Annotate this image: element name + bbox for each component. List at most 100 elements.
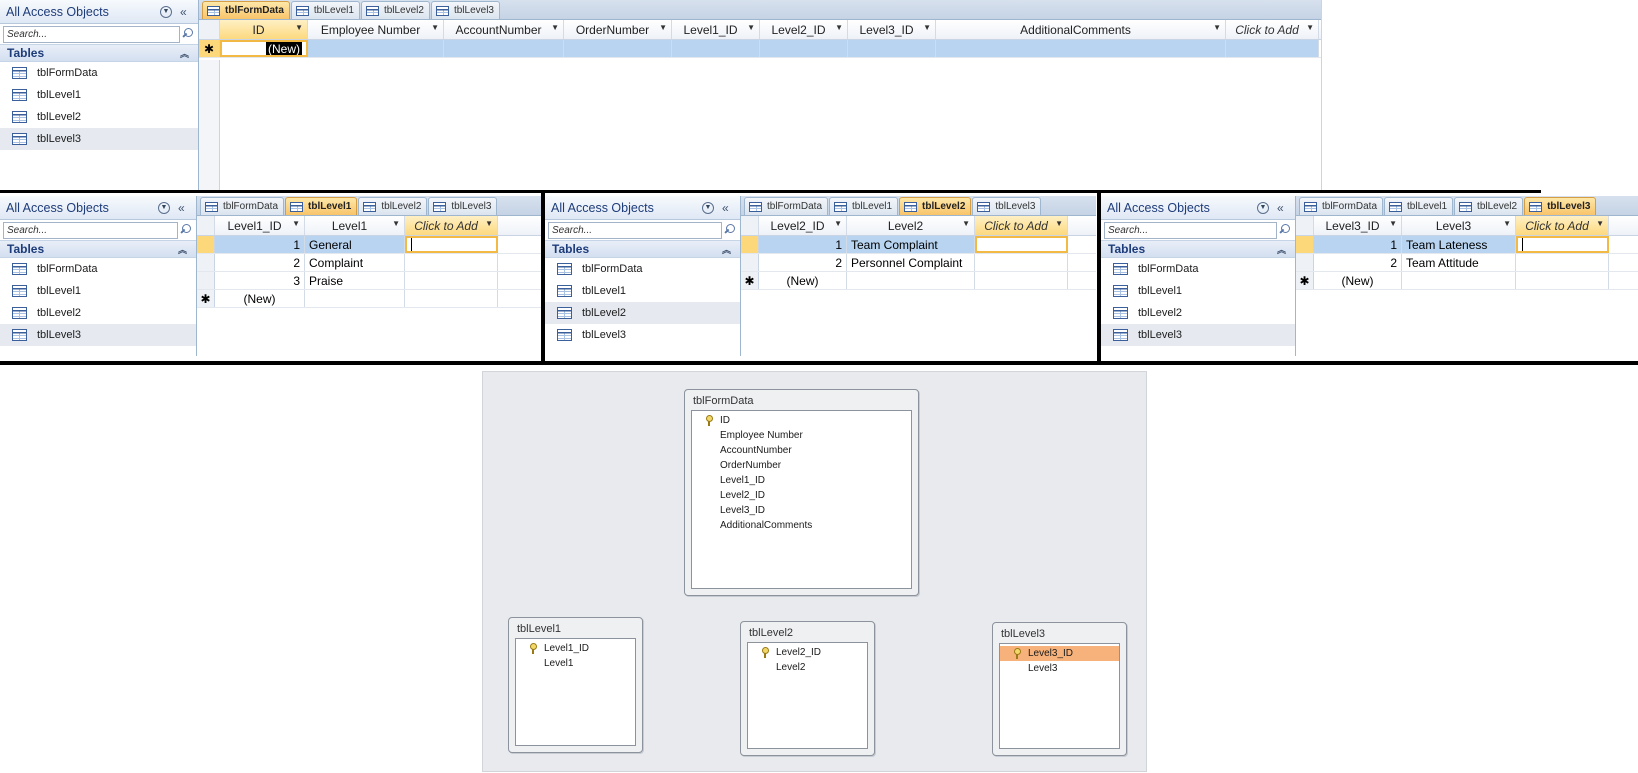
dropdown-arrow-icon[interactable]: ▼ [747,23,755,32]
rel-field-primary-key[interactable]: Level3_ID [1000,646,1119,661]
table-cell[interactable]: 2 [215,254,305,271]
group-header-tables[interactable]: Tables ︽ [545,240,740,258]
search-input[interactable]: Search... [1104,221,1277,239]
nav-item-tbllevel1[interactable]: tblLevel1 [0,84,198,106]
rel-field[interactable]: Employee Number [692,428,911,443]
active-edit-cell[interactable] [1516,236,1609,253]
dropdown-arrow-icon[interactable]: ▼ [1389,219,1397,228]
new-record-row[interactable]: ✱ (New) [197,290,541,308]
nav-item-tbllevel3[interactable]: tblLevel3 [0,128,198,150]
table-cell[interactable] [975,272,1068,289]
table-cell[interactable] [847,272,975,289]
table-cell[interactable]: 2 [1314,254,1402,271]
nav-header[interactable]: All Access Objects ▼ « [0,0,198,24]
table-cell[interactable]: 1 [759,236,847,253]
rel-field[interactable]: Level1_ID [692,473,911,488]
table-cell[interactable]: Team Attitude [1402,254,1516,271]
tab-tbllevel2[interactable]: tblLevel2 [1454,197,1524,215]
collapse-pane-icon[interactable]: « [722,201,736,215]
rel-field-primary-key[interactable]: Level1_ID [516,641,635,656]
table-cell[interactable]: Personnel Complaint [847,254,975,271]
dropdown-arrow-icon[interactable]: ▼ [1213,23,1221,32]
select-all-corner[interactable] [1296,216,1314,235]
dropdown-arrow-icon[interactable]: ▼ [1596,219,1604,228]
new-record-row[interactable]: ✱ (New) [199,40,1321,58]
dropdown-arrow-icon[interactable]: ▼ [962,219,970,228]
table-cell[interactable]: (New) [759,272,847,289]
tab-tbllevel2[interactable]: tblLevel2 [899,197,972,215]
tab-tbllevel1[interactable]: tblLevel1 [285,197,358,215]
nav-item-tbllevel1[interactable]: tblLevel1 [0,280,196,302]
click-to-add-column[interactable]: Click to Add ▼ [1516,216,1609,235]
rel-table-tblformdata[interactable]: tblFormData ID Employee Number AccountNu… [684,389,919,596]
table-cell[interactable]: 2 [759,254,847,271]
nav-item-tblformdata[interactable]: tblFormData [1101,258,1295,280]
select-all-corner[interactable] [741,216,759,235]
chevron-down-icon[interactable]: ▼ [1257,201,1269,214]
new-record-selector-icon[interactable]: ✱ [1296,272,1314,289]
dropdown-arrow-icon[interactable]: ▼ [923,23,931,32]
table-cell[interactable]: 1 [215,236,305,253]
table-cell[interactable]: Team Lateness [1402,236,1516,253]
click-to-add-column[interactable]: Click to Add ▼ [405,216,498,235]
collapse-pane-icon[interactable]: « [180,5,194,19]
rel-field[interactable]: Level3 [1000,661,1119,676]
search-icon[interactable] [178,222,194,238]
table-cell[interactable] [305,290,405,307]
tab-tbllevel2[interactable]: tblLevel2 [360,1,430,19]
table-cell[interactable]: Complaint [305,254,405,271]
chevron-down-icon[interactable]: ▼ [160,5,172,18]
dropdown-arrow-icon[interactable]: ▼ [295,23,303,32]
chevron-up-icon[interactable]: ︽ [722,243,734,256]
search-input[interactable]: Search... [548,221,722,239]
tab-tbllevel3[interactable]: tblLevel3 [972,197,1042,215]
collapse-pane-icon[interactable]: « [1277,201,1291,215]
record-selector[interactable] [741,254,759,271]
table-cell[interactable] [1516,254,1609,271]
column-header-accountnumber[interactable]: AccountNumber ▼ [444,20,564,39]
column-header-ordernumber[interactable]: OrderNumber ▼ [564,20,672,39]
column-header-employee-number[interactable]: Employee Number ▼ [308,20,444,39]
chevron-down-icon[interactable]: ▼ [158,201,170,214]
table-cell[interactable] [1226,40,1319,57]
chevron-up-icon[interactable]: ︽ [180,47,192,60]
column-header-id[interactable]: ID ▼ [220,20,308,39]
tab-tbllevel3[interactable]: tblLevel3 [430,1,500,19]
collapse-pane-icon[interactable]: « [178,201,192,215]
table-cell[interactable] [760,40,848,57]
nav-item-tbllevel2[interactable]: tblLevel2 [1101,302,1295,324]
search-icon[interactable] [722,222,738,238]
search-input[interactable]: Search... [3,221,178,239]
dropdown-arrow-icon[interactable]: ▼ [551,23,559,32]
rel-table-tbllevel3[interactable]: tblLevel3 Level3_ID Level3 [992,622,1127,756]
column-header-level2-id[interactable]: Level2_ID ▼ [759,216,847,235]
table-cell[interactable]: Team Complaint [847,236,975,253]
rel-field[interactable]: Level1 [516,656,635,671]
rel-field-primary-key[interactable]: ID [692,413,911,428]
new-record-row[interactable]: ✱ (New) [741,272,1096,290]
chevron-up-icon[interactable]: ︽ [1277,243,1289,256]
table-cell[interactable] [672,40,760,57]
group-header-tables[interactable]: Tables ︽ [0,44,198,62]
rel-field[interactable]: Level2_ID [692,488,911,503]
nav-item-tbllevel2[interactable]: tblLevel2 [545,302,740,324]
click-to-add-column[interactable]: Click to Add ▼ [975,216,1068,235]
column-header-level1-id[interactable]: Level1_ID ▼ [215,216,305,235]
nav-item-tbllevel2[interactable]: tblLevel2 [0,106,198,128]
new-record-selector-icon[interactable]: ✱ [741,272,759,289]
dropdown-arrow-icon[interactable]: ▼ [834,219,842,228]
column-header-level3-id[interactable]: Level3_ID ▼ [848,20,936,39]
table-cell[interactable] [405,272,498,289]
tab-tblformdata[interactable]: tblFormData [744,197,829,215]
group-header-tables[interactable]: Tables ︽ [0,240,196,258]
select-all-corner[interactable] [197,216,215,235]
table-cell[interactable]: 1 [1314,236,1402,253]
rel-field[interactable]: AdditionalComments [692,518,911,533]
nav-item-tbllevel2[interactable]: tblLevel2 [0,302,196,324]
column-header-level1-id[interactable]: Level1_ID ▼ [672,20,760,39]
record-selector[interactable] [1296,254,1314,271]
new-record-row[interactable]: ✱ (New) [1296,272,1638,290]
column-header-level2[interactable]: Level2 ▼ [847,216,975,235]
chevron-up-icon[interactable]: ︽ [178,243,190,256]
dropdown-arrow-icon[interactable]: ▼ [292,219,300,228]
